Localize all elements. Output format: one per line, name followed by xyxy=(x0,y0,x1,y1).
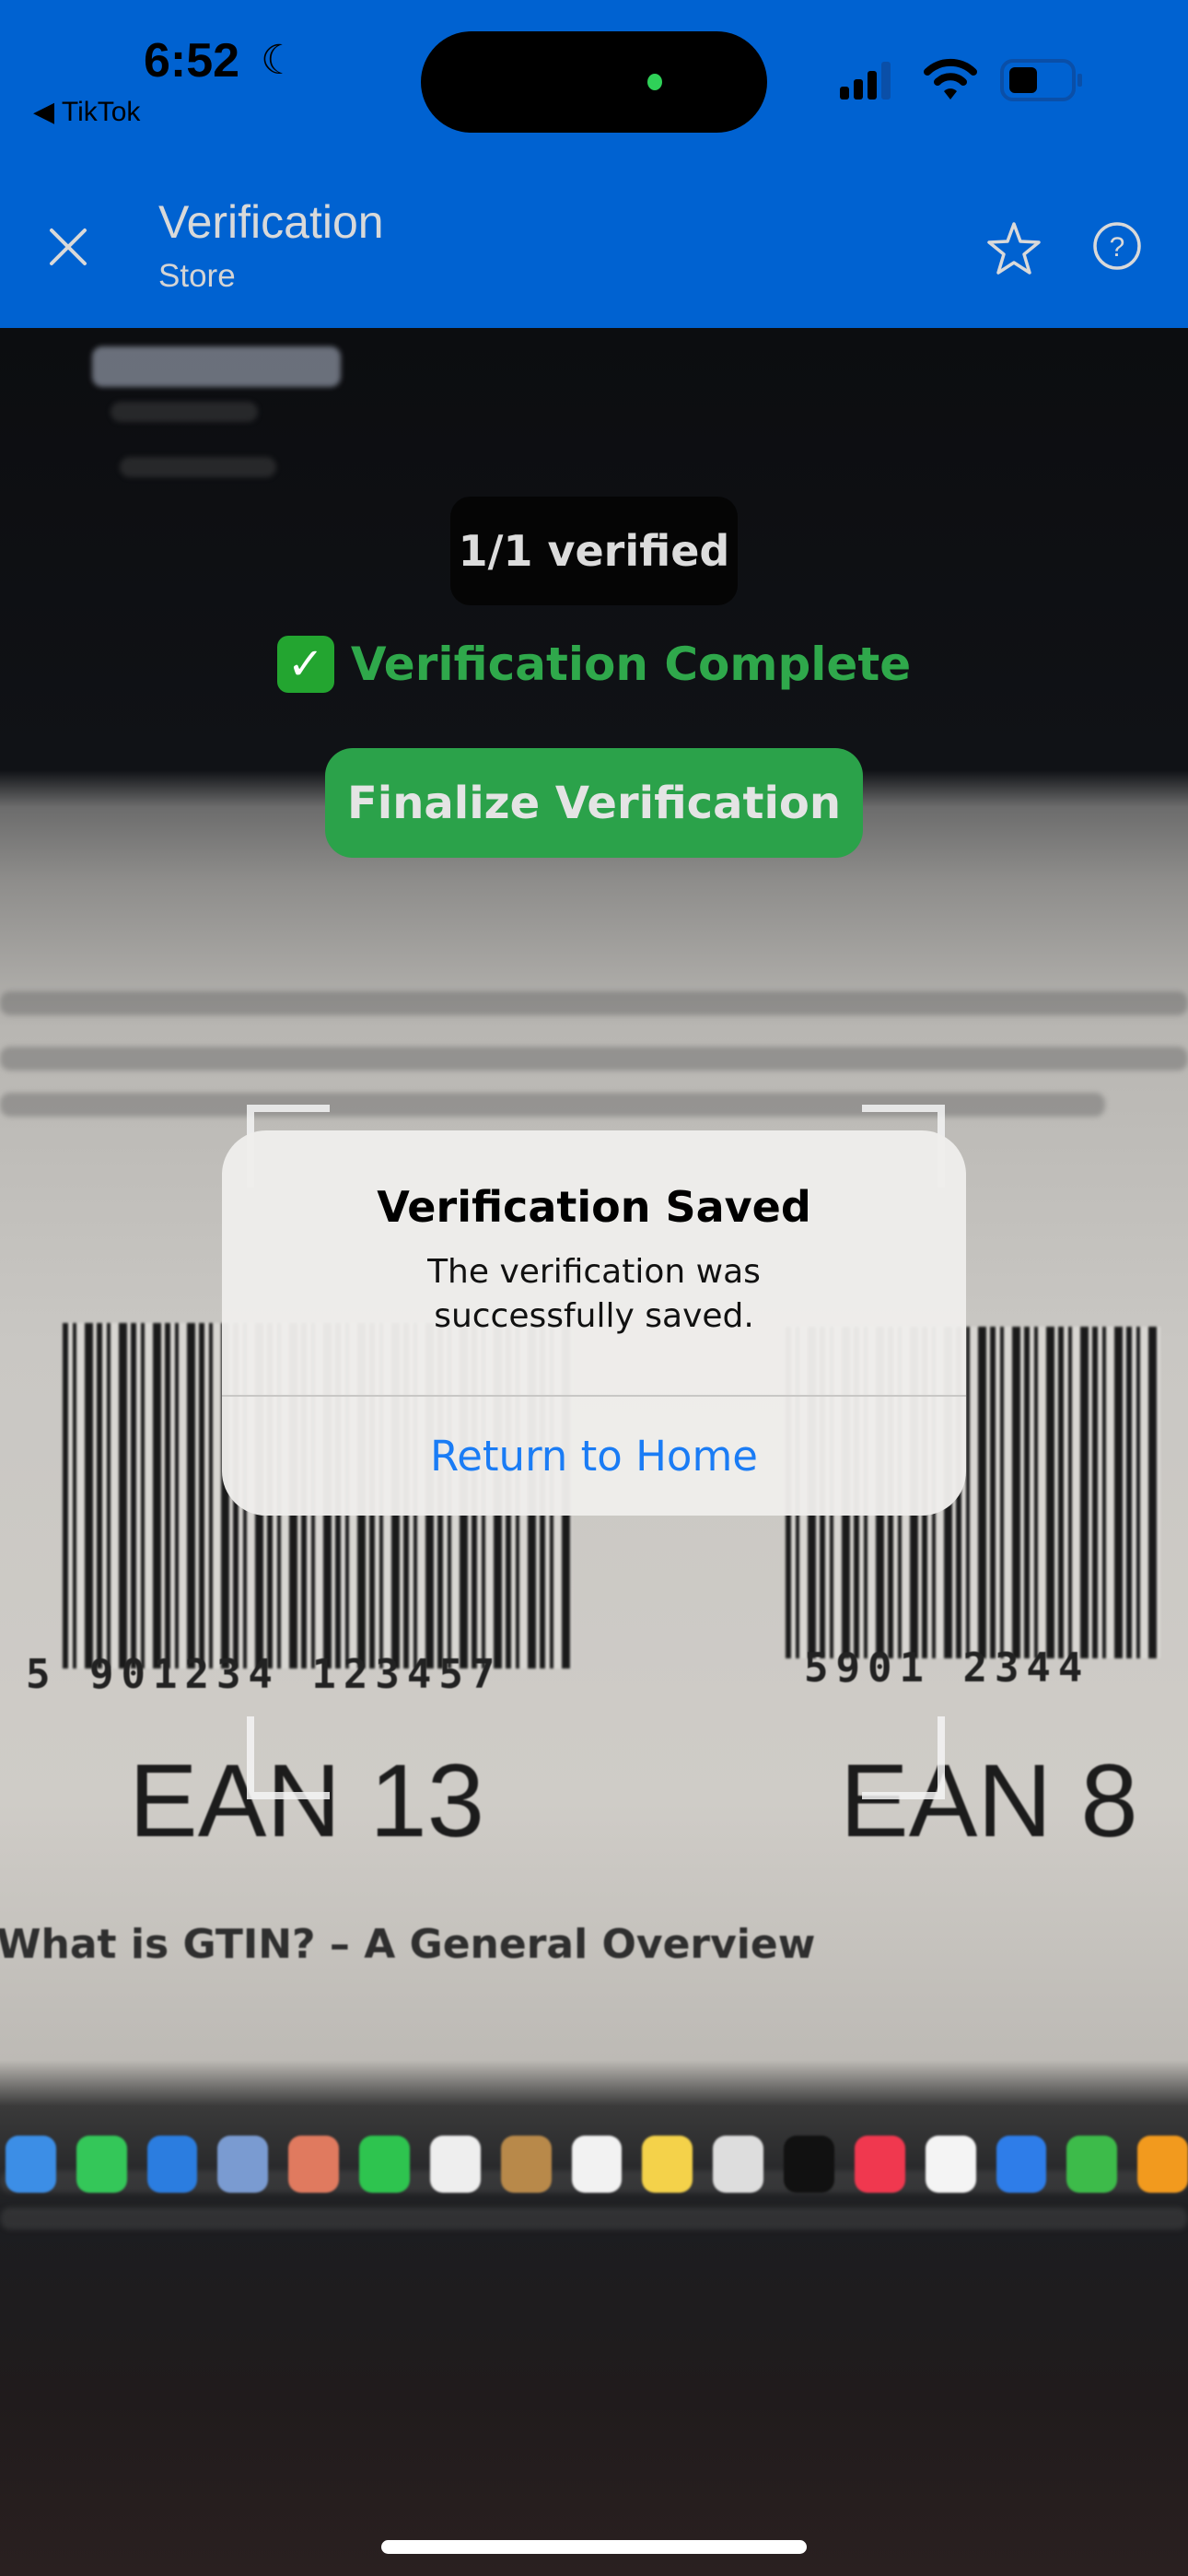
verification-status-text: Verification Complete xyxy=(350,638,912,691)
page-subtitle: Store xyxy=(158,258,236,294)
wifi-icon xyxy=(924,58,977,100)
blurred-screen-text xyxy=(0,2207,1188,2230)
blurred-screen-text xyxy=(92,346,341,387)
blurred-dock xyxy=(0,2136,1188,2209)
barcode-digits: 5901 2344 xyxy=(804,1645,1090,1692)
help-circle-icon[interactable]: ? xyxy=(1092,221,1142,271)
scan-frame-corner xyxy=(862,1716,945,1799)
blurred-screen-text xyxy=(0,1047,1188,1071)
scan-frame-corner xyxy=(247,1716,330,1799)
verification-status: ✓ Verification Complete xyxy=(0,636,1188,693)
dynamic-island xyxy=(421,31,767,133)
blurred-screen-text xyxy=(120,457,276,477)
nav-header: 6:52 ☾ ◀ TikTok Verification Store ? xyxy=(0,0,1188,328)
battery-icon xyxy=(1000,59,1082,101)
close-icon[interactable] xyxy=(48,227,88,267)
barcode-digits: 5 901234 123457 xyxy=(26,1651,503,1698)
blurred-screen-text xyxy=(111,402,258,422)
back-to-app-link[interactable]: ◀ TikTok xyxy=(33,96,140,128)
svg-text:?: ? xyxy=(1110,232,1125,263)
screen-heading: What is GTIN? – A General Overview xyxy=(0,1921,816,1968)
cellular-signal-icon xyxy=(840,62,891,100)
camera-indicator-dot xyxy=(647,74,662,90)
page-title: Verification xyxy=(158,196,384,248)
home-indicator[interactable] xyxy=(381,2540,807,2554)
blurred-screen-text xyxy=(0,991,1188,1015)
verified-count-badge: 1/1 verified xyxy=(450,497,738,605)
verification-saved-alert: Verification Saved The verification was … xyxy=(222,1130,966,1516)
check-mark-button-icon: ✓ xyxy=(276,636,334,693)
star-icon[interactable] xyxy=(985,221,1042,276)
status-time: 6:52 xyxy=(144,34,240,88)
alert-message-line: The verification was xyxy=(427,1253,761,1291)
finalize-verification-button[interactable]: Finalize Verification xyxy=(325,748,863,858)
return-to-home-button[interactable]: Return to Home xyxy=(222,1397,966,1516)
alert-message-line: successfully saved. xyxy=(434,1297,754,1335)
moon-icon: ☾ xyxy=(261,37,297,84)
alert-message: The verification was successfully saved. xyxy=(222,1250,966,1339)
alert-title: Verification Saved xyxy=(377,1182,811,1232)
